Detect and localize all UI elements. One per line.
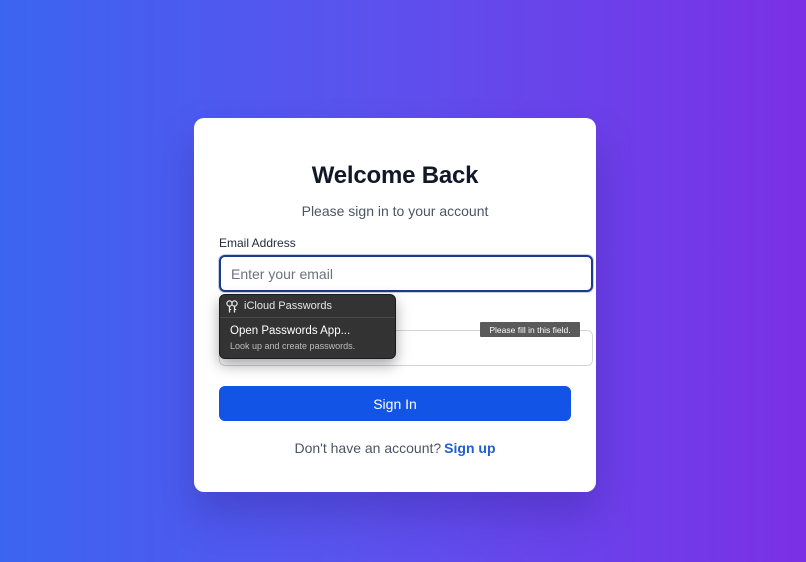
sign-up-link[interactable]: Sign up xyxy=(444,440,495,456)
key-icon xyxy=(226,300,238,313)
signup-prompt: Don't have an account? Sign up xyxy=(194,440,596,456)
validation-tooltip: Please fill in this field. xyxy=(480,322,580,337)
popup-item-description: Look up and create passwords. xyxy=(230,341,356,351)
page-title: Welcome Back xyxy=(311,162,479,189)
email-input[interactable] xyxy=(219,255,593,292)
email-label: Email Address xyxy=(219,236,296,250)
page-subtitle: Please sign in to your account xyxy=(301,203,489,219)
sign-in-button[interactable]: Sign In xyxy=(219,386,571,421)
popup-divider xyxy=(220,317,395,318)
popup-item-title[interactable]: Open Passwords App... xyxy=(230,325,350,337)
popup-title: iCloud Passwords xyxy=(244,300,333,312)
icloud-passwords-popup: iCloud Passwords Open Passwords App... L… xyxy=(219,294,396,359)
popup-header: iCloud Passwords xyxy=(220,295,395,317)
signup-prompt-text: Don't have an account? xyxy=(294,440,442,456)
